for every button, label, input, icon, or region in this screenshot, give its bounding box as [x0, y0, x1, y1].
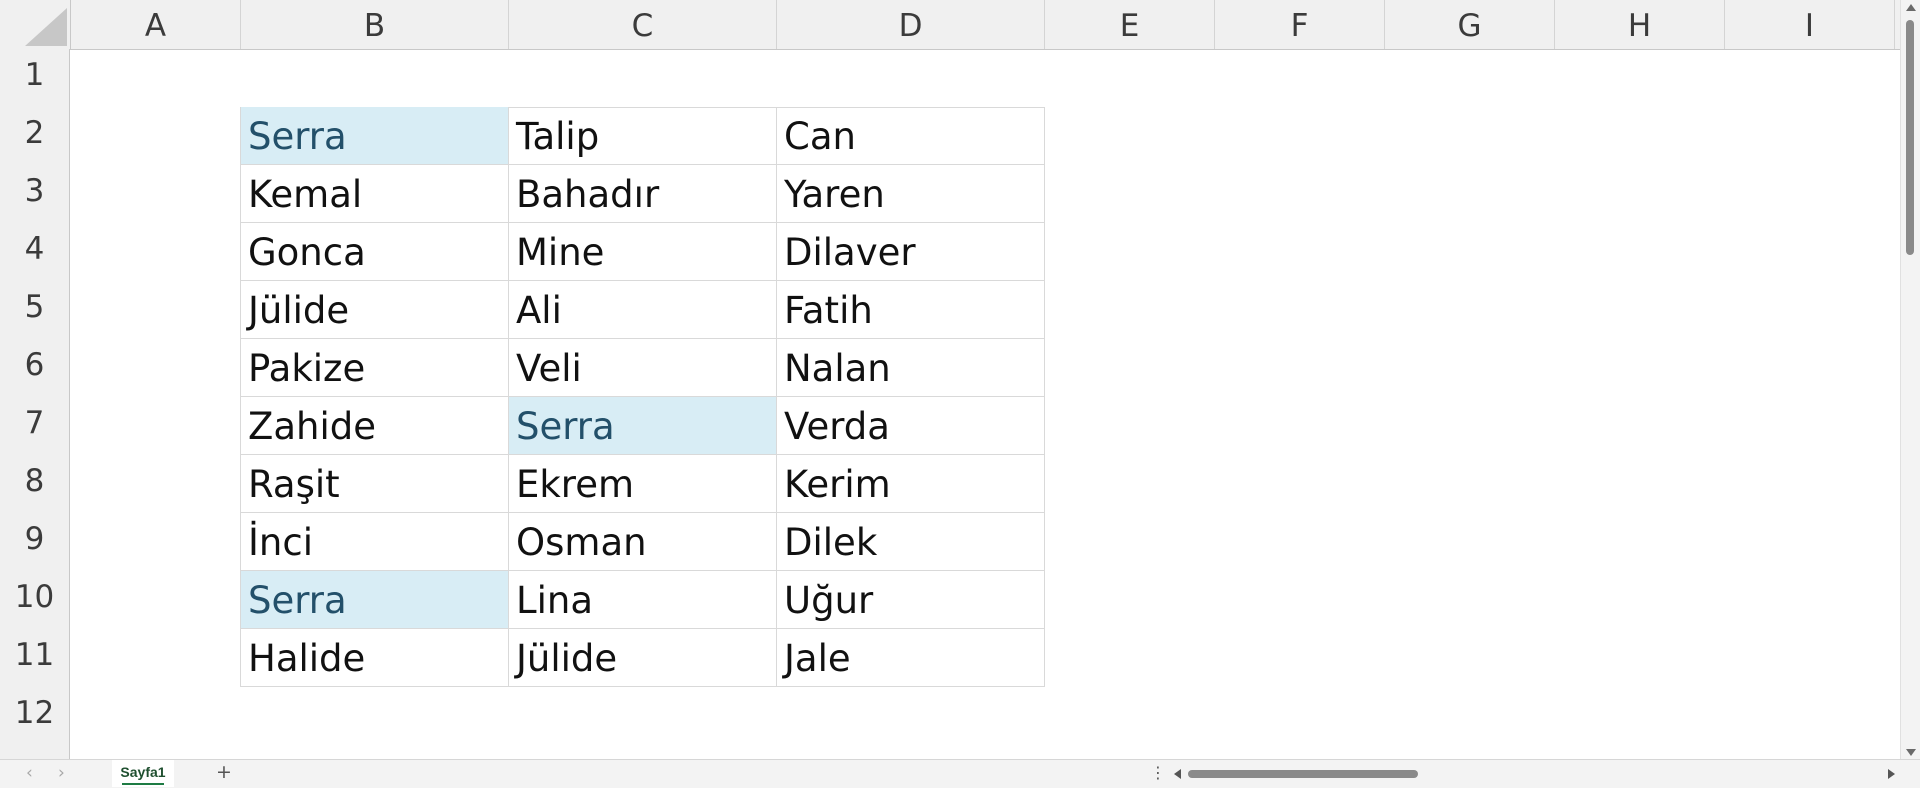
row-header-3[interactable]: 3 — [0, 165, 70, 223]
column-header-e[interactable]: E — [1045, 0, 1215, 49]
column-header-g[interactable]: G — [1385, 0, 1555, 49]
cell-b4[interactable]: Gonca — [241, 223, 509, 281]
cell-d10[interactable]: Uğur — [777, 571, 1045, 629]
cell-c8[interactable]: Ekrem — [509, 455, 777, 513]
scroll-down-arrow-icon[interactable] — [1906, 749, 1916, 756]
previous-sheet-arrow-icon[interactable]: ‹ — [26, 763, 33, 783]
add-sheet-button[interactable]: + — [216, 761, 232, 783]
spreadsheet-window: A B C D E F G H I 1 2 3 4 5 6 7 8 9 10 1… — [0, 0, 1920, 788]
horizontal-scrollbar[interactable] — [1186, 768, 1886, 780]
column-header-i[interactable]: I — [1725, 0, 1895, 49]
cell-d7[interactable]: Verda — [777, 397, 1045, 455]
cell-d8[interactable]: Kerim — [777, 455, 1045, 513]
cell-c10[interactable]: Lina — [509, 571, 777, 629]
cell-c6[interactable]: Veli — [509, 339, 777, 397]
row-header-4[interactable]: 4 — [0, 223, 70, 281]
cell-c11[interactable]: Jülide — [509, 629, 777, 687]
column-header-row: A B C D E F G H I — [0, 0, 1900, 50]
row-header-6[interactable]: 6 — [0, 339, 70, 397]
select-all-button[interactable] — [0, 0, 71, 49]
row-header-11[interactable]: 11 — [0, 629, 70, 687]
column-header-h[interactable]: H — [1555, 0, 1725, 49]
sheet-tab-bar: ‹ › Sayfa1 + ⋮ — [0, 759, 1920, 788]
column-header-b[interactable]: B — [241, 0, 509, 49]
cell-b9[interactable]: İnci — [241, 513, 509, 571]
row-header-2[interactable]: 2 — [0, 107, 70, 165]
cell-c2[interactable]: Talip — [509, 107, 777, 165]
vertical-scrollbar[interactable] — [1900, 0, 1920, 759]
cell-b8[interactable]: Raşit — [241, 455, 509, 513]
column-header-a[interactable]: A — [71, 0, 241, 49]
column-header-c[interactable]: C — [509, 0, 777, 49]
cell-b11[interactable]: Halide — [241, 629, 509, 687]
row-header-12[interactable]: 12 — [0, 687, 70, 745]
row-header-1[interactable]: 1 — [0, 49, 70, 107]
column-header-f[interactable]: F — [1215, 0, 1385, 49]
more-options-icon[interactable]: ⋮ — [1150, 763, 1166, 782]
next-sheet-arrow-icon[interactable]: › — [58, 763, 65, 783]
cell-d2[interactable]: Can — [777, 107, 1045, 165]
vertical-scrollbar-thumb[interactable] — [1906, 20, 1914, 255]
cell-d3[interactable]: Yaren — [777, 165, 1045, 223]
scroll-up-arrow-icon[interactable] — [1906, 4, 1916, 11]
horizontal-scrollbar-thumb[interactable] — [1188, 770, 1418, 778]
cell-d5[interactable]: Fatih — [777, 281, 1045, 339]
select-all-triangle-icon — [25, 8, 67, 46]
cell-b6[interactable]: Pakize — [241, 339, 509, 397]
active-sheet-indicator — [122, 783, 164, 785]
row-header-8[interactable]: 8 — [0, 455, 70, 513]
cell-c5[interactable]: Ali — [509, 281, 777, 339]
row-header-5[interactable]: 5 — [0, 281, 70, 339]
cell-c7[interactable]: Serra — [509, 397, 777, 455]
cell-d6[interactable]: Nalan — [777, 339, 1045, 397]
cell-b5[interactable]: Jülide — [241, 281, 509, 339]
cell-c4[interactable]: Mine — [509, 223, 777, 281]
cell-d4[interactable]: Dilaver — [777, 223, 1045, 281]
row-header-10[interactable]: 10 — [0, 571, 70, 629]
scroll-right-arrow-icon[interactable] — [1888, 769, 1895, 779]
scroll-left-arrow-icon[interactable] — [1174, 769, 1181, 779]
cell-b3[interactable]: Kemal — [241, 165, 509, 223]
row-header-7[interactable]: 7 — [0, 397, 70, 455]
cell-d9[interactable]: Dilek — [777, 513, 1045, 571]
column-header-d[interactable]: D — [777, 0, 1045, 49]
row-header-9[interactable]: 9 — [0, 513, 70, 571]
cell-b7[interactable]: Zahide — [241, 397, 509, 455]
cell-c3[interactable]: Bahadır — [509, 165, 777, 223]
cell-b2[interactable]: Serra — [241, 107, 509, 165]
cell-d11[interactable]: Jale — [777, 629, 1045, 687]
cell-c9[interactable]: Osman — [509, 513, 777, 571]
cell-b10[interactable]: Serra — [241, 571, 509, 629]
